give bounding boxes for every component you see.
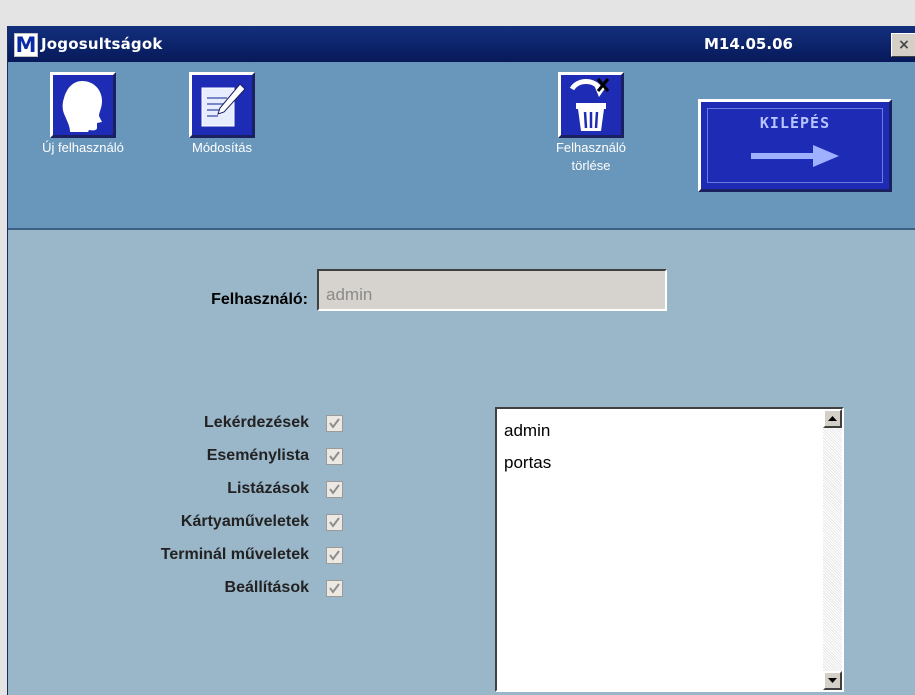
permission-label: Beállítások [224,579,309,596]
permission-checkbox[interactable] [326,547,343,564]
delete-user-label: Felhasználó törlése [555,140,627,173]
permission-label: Lekérdezések [204,414,309,431]
list-item[interactable]: portas [504,453,551,473]
new-user-icon-button[interactable] [50,72,116,138]
exit-label: KILÉPÉS [759,114,831,132]
checkmark-icon [329,418,340,429]
exit-button[interactable]: KILÉPÉS [698,99,892,192]
modify-label: Módosítás [192,140,252,155]
permission-checkbox[interactable] [326,580,343,597]
permission-checkbox[interactable] [326,481,343,498]
close-button[interactable]: × [891,33,915,57]
head-icon [62,81,102,132]
trash-icon [569,78,610,131]
permission-row: Eseménylista [8,447,343,469]
edit-document-icon [201,83,246,127]
new-user-label: Új felhasználó [42,140,124,155]
window-title: Jogosultságok [41,35,163,53]
permission-checkbox[interactable] [326,415,343,432]
user-field-label: Felhasználó: [211,291,308,308]
delete-user-button[interactable]: Felhasználó törlése [536,72,646,175]
permission-row: Listázások [8,480,343,502]
arrow-up-icon [828,416,837,421]
toolbar: Új felhasználó Módosítás Felhasználó tör… [8,62,915,230]
delete-user-icon-button[interactable] [558,72,624,138]
user-field[interactable] [317,269,667,311]
user-listbox[interactable]: admin portas [495,407,844,692]
permission-row: Kártyaműveletek [8,513,343,535]
app-logo-icon: M [14,33,38,57]
checkmark-icon [329,517,340,528]
new-user-button[interactable]: Új felhasználó [28,72,138,157]
permission-label: Eseménylista [206,447,309,464]
list-item[interactable]: admin [504,421,550,441]
modify-icon-button[interactable] [189,72,255,138]
permission-label: Terminál műveletek [160,546,309,563]
permission-row: Lekérdezések [8,414,343,436]
checkmark-icon [329,451,340,462]
arrow-right-icon [751,145,839,167]
permission-checkbox[interactable] [326,448,343,465]
modify-button[interactable]: Módosítás [172,72,272,157]
scroll-up-button[interactable] [823,409,842,428]
version-label: M14.05.06 [704,35,793,53]
arrow-down-icon [828,678,837,683]
permissions-window: M Jogosultságok M14.05.06 × Új felhaszná… [7,26,915,695]
title-bar[interactable]: M Jogosultságok M14.05.06 × [8,26,915,62]
checkmark-icon [329,550,340,561]
permission-label: Listázások [227,480,309,497]
vertical-scrollbar[interactable] [823,409,842,690]
checkmark-icon [329,484,340,495]
permission-row: Terminál műveletek [8,546,343,568]
checkmark-icon [329,583,340,594]
permission-row: Beállítások [8,579,343,601]
permission-checkbox[interactable] [326,514,343,531]
scroll-down-button[interactable] [823,671,842,690]
permission-label: Kártyaműveletek [180,513,309,530]
